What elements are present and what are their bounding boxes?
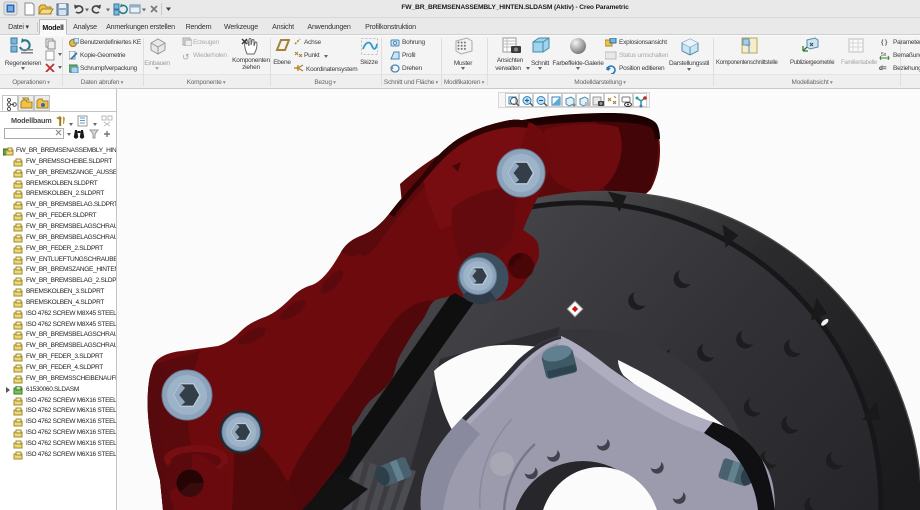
svg-text:5x: 5x [881, 52, 887, 58]
